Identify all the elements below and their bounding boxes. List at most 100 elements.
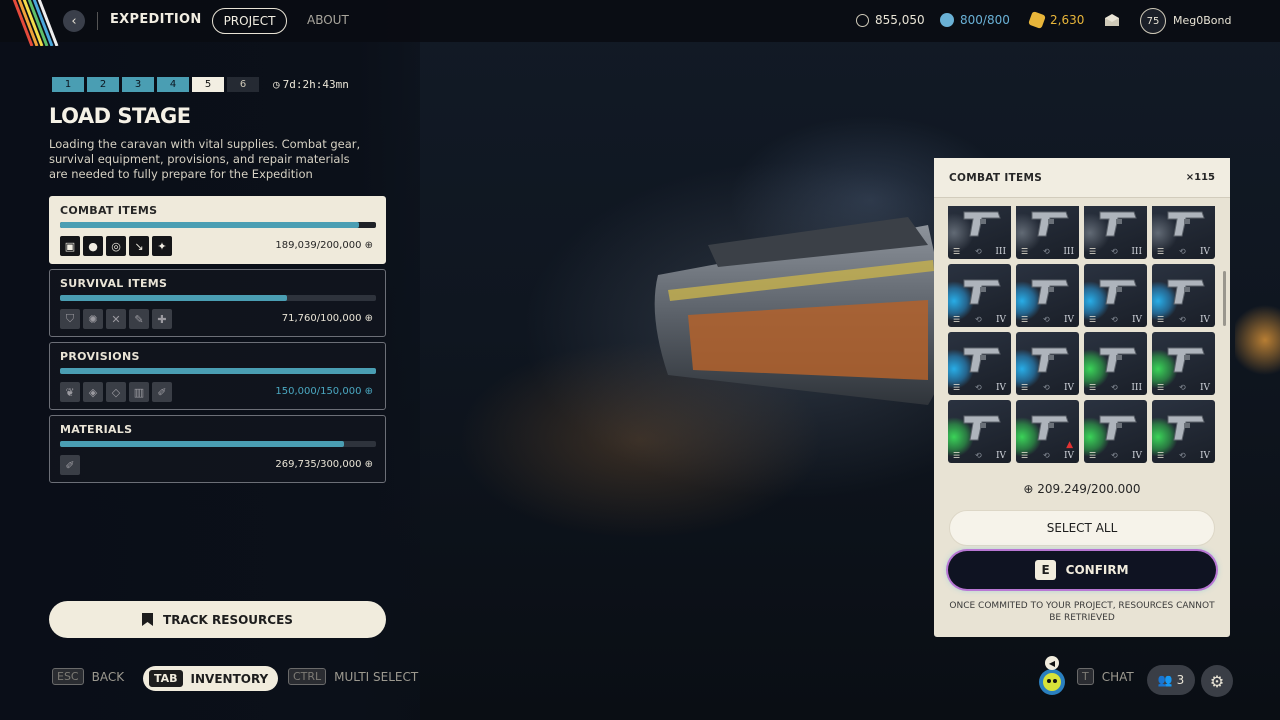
attachment-icon: ⟲: [1043, 247, 1050, 256]
inventory-item[interactable]: ☰ ⟲ IV: [948, 264, 1011, 327]
attachment-icon: ⟲: [1179, 383, 1186, 392]
stage-description: Loading the caravan with vital supplies.…: [49, 137, 361, 181]
knife-icon: ↘: [129, 236, 149, 256]
caravan-image: [654, 217, 949, 405]
pistol-icon: [1031, 211, 1069, 237]
inventory-item[interactable]: ☰ ⟲ III: [1016, 206, 1079, 259]
attachment-icon: ⟲: [1111, 315, 1118, 324]
stack-icon: ☰: [1021, 383, 1029, 392]
top-bar: ‹ EXPEDITION PROJECT ABOUT 855,050 800/8…: [0, 0, 1280, 46]
scrollbar[interactable]: [1223, 271, 1226, 326]
back-button[interactable]: ‹: [63, 10, 85, 32]
item-tier: IV: [995, 315, 1006, 325]
pistol-icon: [1167, 415, 1205, 441]
plant-icon: ❦: [60, 382, 80, 402]
speaker-icon: ◀: [1045, 656, 1059, 670]
pistol-icon: [1099, 279, 1137, 305]
amount-value: 189,039/200,000: [275, 240, 362, 251]
attachment-icon: ⟲: [1043, 451, 1050, 460]
bookmark-icon: [142, 613, 154, 626]
item-tier: III: [995, 247, 1006, 257]
settings-button[interactable]: ⚙: [1201, 665, 1233, 697]
stack-icon: ☰: [1157, 451, 1165, 460]
inventory-item[interactable]: ☰ ⟲ III: [1084, 206, 1147, 259]
item-tier: IV: [1131, 315, 1142, 325]
stage-6: 6: [227, 77, 259, 92]
grenade-icon: ●: [83, 236, 103, 256]
attachment-icon: ⟲: [1111, 247, 1118, 256]
hint-label: CHAT: [1101, 669, 1134, 684]
target-icon: ◎: [106, 236, 126, 256]
inventory-item[interactable]: ☰ ⟲ IV: [1152, 206, 1215, 259]
tools-icon: ✕: [106, 309, 126, 329]
select-all-button[interactable]: SELECT ALL: [949, 510, 1215, 546]
inventory-item[interactable]: ☰ ⟲ III: [1084, 332, 1147, 395]
currency-value: 855,050: [875, 13, 925, 27]
clock-icon: ◷: [273, 78, 280, 91]
inventory-item[interactable]: ☰ ⟲ IV: [948, 332, 1011, 395]
inventory-item[interactable]: ☰ ⟲ IV: [1016, 332, 1079, 395]
inventory-item[interactable]: ☰ ⟲ IV: [1084, 400, 1147, 463]
tab-project[interactable]: PROJECT: [212, 8, 287, 34]
username: Meg0Bond: [1173, 14, 1232, 27]
stack-icon: ☰: [1157, 247, 1165, 256]
progress-bar: [60, 368, 376, 374]
medkit-icon: ✚: [152, 309, 172, 329]
inventory-item[interactable]: ☰ ⟲ IV: [1152, 332, 1215, 395]
attachment-icon: ⟲: [1179, 315, 1186, 324]
inventory-item[interactable]: ☰ ⟲ IV: [1152, 400, 1215, 463]
resource-card-survival[interactable]: SURVIVAL ITEMS ⛉ ✺ ✕ ✎ ✚ 71,760/100,000 …: [49, 269, 386, 337]
warning-note: ONCE COMMITED TO YOUR PROJECT, RESOURCES…: [949, 601, 1215, 623]
divider: [97, 12, 98, 30]
wrench-icon: ✐: [60, 455, 80, 475]
hint-inventory[interactable]: TAB INVENTORY: [143, 666, 279, 691]
hint-back[interactable]: ESC BACK: [52, 668, 124, 685]
resource-amount: 269,735/300,000 ⊕: [275, 459, 373, 470]
item-tier: IV: [1199, 451, 1210, 461]
mail-icon[interactable]: [1104, 14, 1120, 27]
tab-about[interactable]: ABOUT: [307, 13, 349, 27]
rainbow-stripes-logo: [12, 0, 59, 46]
stack-icon: ☰: [1021, 451, 1029, 460]
track-resources-button[interactable]: TRACK RESOURCES: [49, 601, 386, 638]
progress-fill: [60, 222, 359, 228]
hint-multi-select[interactable]: CTRL MULTI SELECT: [288, 668, 418, 685]
friends-button[interactable]: 👥 3: [1147, 665, 1195, 695]
hint-chat[interactable]: T CHAT: [1077, 668, 1134, 685]
resource-title: COMBAT ITEMS: [60, 204, 158, 217]
pistol-icon: [1099, 211, 1137, 237]
pistol-icon: [1099, 347, 1137, 373]
resource-icons: ✐: [60, 455, 80, 475]
wrench-icon: ✐: [152, 382, 172, 402]
selected-total: ⊕ 209.249/200.000: [1023, 482, 1141, 496]
confirm-button[interactable]: E CONFIRM: [948, 551, 1216, 589]
progress-bar: [60, 222, 376, 228]
stage-5: 5: [192, 77, 224, 92]
resource-card-provisions[interactable]: PROVISIONS ❦ ◈ ◇ ▥ ✐ 150,000/150,000 ⊕: [49, 342, 386, 410]
stage-timer: ◷ 7d:2h:43mn: [273, 78, 349, 91]
resource-amount: 189,039/200,000 ⊕: [275, 240, 373, 251]
item-tier: III: [1131, 383, 1142, 393]
coin-icon: [1028, 11, 1046, 29]
item-tier: III: [1063, 247, 1074, 257]
currency-value: 800/800: [960, 13, 1010, 27]
stack-icon: ☰: [953, 383, 961, 392]
stack-icon: ☰: [1089, 451, 1097, 460]
inventory-item[interactable]: ☰ ⟲ IV: [1016, 264, 1079, 327]
currency-credits: 855,050: [856, 13, 925, 27]
item-grid-viewport: ☰ ⟲ III ☰ ⟲ III ☰ ⟲ III ☰ ⟲ IV ☰ ⟲ IV ☰ ⟲ IV ☰ ⟲ IV ☰ ⟲ IV ☰ ⟲ IV ☰…: [948, 206, 1218, 468]
resource-title: SURVIVAL ITEMS: [60, 277, 168, 290]
inventory-item[interactable]: ☰ ⟲ IV: [1084, 264, 1147, 327]
inventory-item[interactable]: ☰ ⟲ IV ▲: [1016, 400, 1079, 463]
bandage-icon: ✎: [129, 309, 149, 329]
item-tier: III: [1131, 247, 1142, 257]
pistol-icon: [963, 347, 1001, 373]
inventory-item[interactable]: ☰ ⟲ IV: [948, 400, 1011, 463]
inventory-item[interactable]: ☰ ⟲ IV: [1152, 264, 1215, 327]
inventory-item[interactable]: ☰ ⟲ III: [948, 206, 1011, 259]
resource-icons: ▣ ● ◎ ↘ ✦: [60, 236, 172, 256]
resource-card-combat[interactable]: COMBAT ITEMS ▣ ● ◎ ↘ ✦ 189,039/200,000 ⊕: [49, 196, 386, 264]
player-level-badge[interactable]: 75: [1140, 8, 1166, 34]
resource-card-materials[interactable]: MATERIALS ✐ 269,735/300,000 ⊕: [49, 415, 386, 483]
attachment-icon: ⟲: [1043, 315, 1050, 324]
